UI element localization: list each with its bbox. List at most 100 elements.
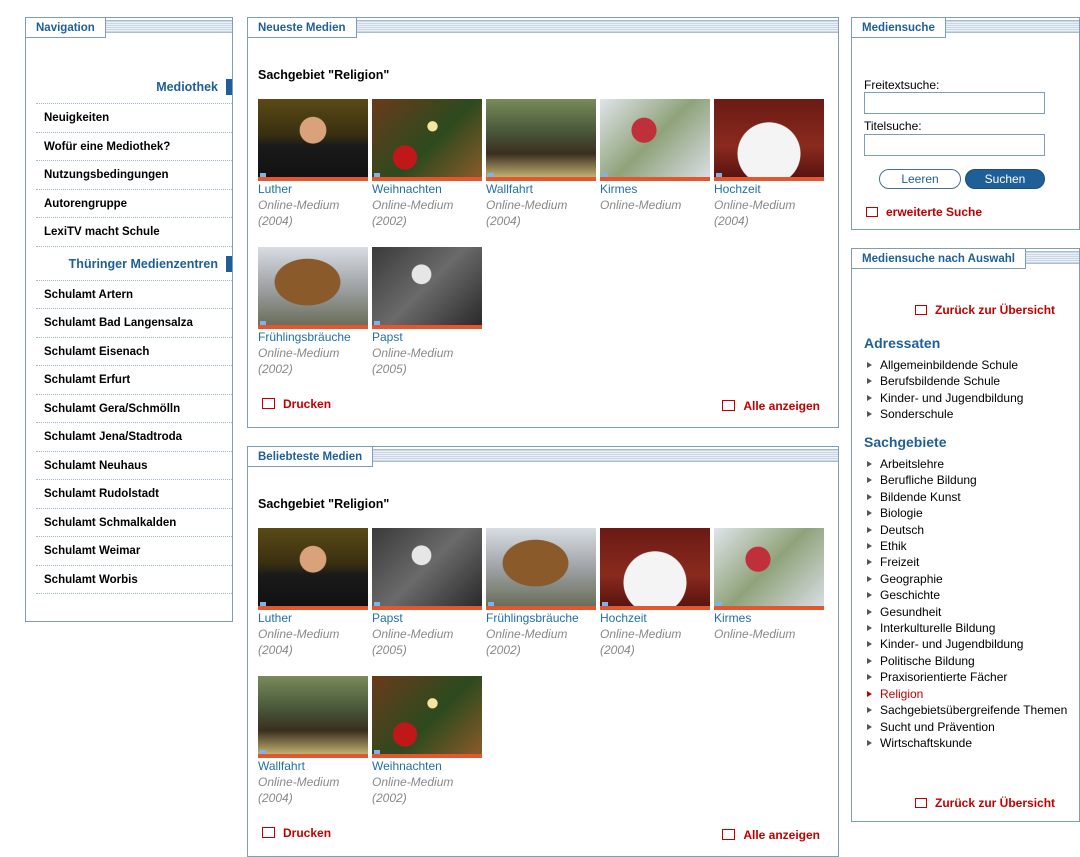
- media-title[interactable]: Frühlingsbräuche: [486, 611, 596, 626]
- media-item[interactable]: Kirmes Online-Medium: [714, 528, 824, 642]
- media-thumbnail[interactable]: [372, 528, 482, 610]
- category-link[interactable]: Berufliche Bildung: [866, 472, 1067, 488]
- media-year: (2005): [372, 643, 407, 657]
- media-thumbnail[interactable]: [258, 247, 368, 329]
- media-title[interactable]: Papst: [372, 611, 482, 626]
- media-thumbnail[interactable]: [714, 528, 824, 610]
- media-thumbnail[interactable]: [714, 99, 824, 181]
- media-item[interactable]: Luther Online-Medium (2004): [258, 528, 368, 658]
- media-thumbnail[interactable]: [486, 528, 596, 610]
- show-all-link[interactable]: Alle anzeigen: [722, 828, 820, 842]
- media-title[interactable]: Hochzeit: [714, 182, 824, 197]
- erweiterte-suche-link[interactable]: erweiterte Suche: [866, 205, 982, 219]
- media-year: (2002): [258, 362, 293, 376]
- media-year: (2002): [372, 214, 407, 228]
- media-year: (2004): [258, 643, 293, 657]
- media-thumbnail[interactable]: [372, 99, 482, 181]
- nav-item[interactable]: Schulamt Schmalkalden: [36, 509, 232, 537]
- media-item[interactable]: Hochzeit Online-Medium (2004): [600, 528, 710, 658]
- media-thumbnail[interactable]: [258, 99, 368, 181]
- media-title[interactable]: Frühlingsbräuche: [258, 330, 368, 345]
- titel-input[interactable]: [864, 134, 1045, 156]
- category-link[interactable]: Wirtschaftskunde: [866, 735, 1067, 751]
- nav-item[interactable]: Wofür eine Mediothek?: [36, 133, 232, 161]
- media-item[interactable]: Wallfahrt Online-Medium (2004): [486, 99, 596, 229]
- category-link[interactable]: Ethik: [866, 538, 1067, 554]
- nav-item[interactable]: Schulamt Erfurt: [36, 366, 232, 395]
- print-link[interactable]: Drucken: [262, 397, 331, 411]
- nav-item[interactable]: Schulamt Neuhaus: [36, 452, 232, 480]
- media-thumbnail[interactable]: [600, 99, 710, 181]
- media-item[interactable]: Kirmes Online-Medium: [600, 99, 710, 213]
- category-link[interactable]: Sucht und Prävention: [866, 719, 1067, 735]
- print-link[interactable]: Drucken: [262, 826, 331, 840]
- media-thumbnail[interactable]: [258, 676, 368, 758]
- media-item[interactable]: Luther Online-Medium (2004): [258, 99, 368, 229]
- nav-item[interactable]: Schulamt Jena/Stadtroda: [36, 423, 232, 452]
- category-link[interactable]: Religion: [866, 686, 1067, 702]
- media-thumbnail[interactable]: [372, 247, 482, 329]
- online-icon: [374, 750, 380, 754]
- panel-title: Beliebteste Medien: [248, 447, 374, 467]
- media-item[interactable]: Wallfahrt Online-Medium (2004): [258, 676, 368, 806]
- media-item[interactable]: Frühlingsbräuche Online-Medium (2002): [486, 528, 596, 658]
- media-title[interactable]: Papst: [372, 330, 482, 345]
- subject-heading: Sachgebiet "Religion": [258, 68, 390, 82]
- media-title[interactable]: Weihnachten: [372, 182, 482, 197]
- category-link[interactable]: Interkulturelle Bildung: [866, 620, 1067, 636]
- category-link[interactable]: Kinder- und Jugendbildung: [866, 390, 1023, 406]
- media-thumbnail[interactable]: [372, 676, 482, 758]
- media-title[interactable]: Luther: [258, 611, 368, 626]
- media-item[interactable]: Weihnachten Online-Medium (2002): [372, 676, 482, 806]
- media-title[interactable]: Luther: [258, 182, 368, 197]
- media-title[interactable]: Wallfahrt: [258, 759, 368, 774]
- media-title[interactable]: Kirmes: [714, 611, 824, 626]
- category-link[interactable]: Bildende Kunst: [866, 489, 1067, 505]
- back-to-overview-link-bottom[interactable]: Zurück zur Übersicht: [915, 796, 1055, 810]
- category-link[interactable]: Sonderschule: [866, 406, 1023, 422]
- nav-item[interactable]: Schulamt Rudolstadt: [36, 480, 232, 509]
- back-to-overview-link[interactable]: Zurück zur Übersicht: [915, 303, 1055, 317]
- media-item[interactable]: Weihnachten Online-Medium (2002): [372, 99, 482, 229]
- category-link[interactable]: Biologie: [866, 505, 1067, 521]
- media-thumbnail[interactable]: [258, 528, 368, 610]
- media-type: Online-Medium: [486, 627, 568, 641]
- suchen-button[interactable]: Suchen: [965, 169, 1045, 189]
- nav-item[interactable]: Schulamt Eisenach: [36, 338, 232, 366]
- media-title[interactable]: Wallfahrt: [486, 182, 596, 197]
- show-all-link[interactable]: Alle anzeigen: [722, 399, 820, 413]
- media-title[interactable]: Weihnachten: [372, 759, 482, 774]
- nav-item[interactable]: Schulamt Gera/Schmölln: [36, 395, 232, 423]
- nav-item[interactable]: Nutzungsbedingungen: [36, 161, 232, 190]
- nav-item[interactable]: Schulamt Bad Langensalza: [36, 309, 232, 338]
- media-thumbnail[interactable]: [600, 528, 710, 610]
- category-link[interactable]: Kinder- und Jugendbildung: [866, 636, 1067, 652]
- nav-item[interactable]: Autorengruppe: [36, 190, 232, 218]
- media-item[interactable]: Frühlingsbräuche Online-Medium (2002): [258, 247, 368, 377]
- category-link[interactable]: Geographie: [866, 571, 1067, 587]
- leeren-button[interactable]: Leeren: [879, 169, 961, 189]
- nav-item[interactable]: Neuigkeiten: [36, 104, 232, 133]
- category-link[interactable]: Allgemeinbildende Schule: [866, 357, 1023, 373]
- freitext-input[interactable]: [864, 92, 1045, 114]
- media-title[interactable]: Kirmes: [600, 182, 710, 197]
- media-item[interactable]: Papst Online-Medium (2005): [372, 528, 482, 658]
- nav-item[interactable]: LexiTV macht Schule: [36, 218, 232, 247]
- category-link[interactable]: Geschichte: [866, 587, 1067, 603]
- category-link[interactable]: Freizeit: [866, 554, 1067, 570]
- media-item[interactable]: Papst Online-Medium (2005): [372, 247, 482, 377]
- category-link[interactable]: Politische Bildung: [866, 653, 1067, 669]
- nav-item[interactable]: Schulamt Weimar: [36, 537, 232, 566]
- show-all-label: Alle anzeigen: [743, 399, 820, 413]
- category-link[interactable]: Praxisorientierte Fächer: [866, 669, 1067, 685]
- nav-item[interactable]: Schulamt Worbis: [36, 566, 232, 594]
- category-link[interactable]: Gesundheit: [866, 604, 1067, 620]
- category-link[interactable]: Sachgebietsübergreifende Themen: [866, 702, 1067, 718]
- media-title[interactable]: Hochzeit: [600, 611, 710, 626]
- media-item[interactable]: Hochzeit Online-Medium (2004): [714, 99, 824, 229]
- media-thumbnail[interactable]: [486, 99, 596, 181]
- category-link[interactable]: Berufsbildende Schule: [866, 373, 1023, 389]
- nav-item[interactable]: Schulamt Artern: [36, 281, 232, 309]
- category-link[interactable]: Arbeitslehre: [866, 456, 1067, 472]
- category-link[interactable]: Deutsch: [866, 522, 1067, 538]
